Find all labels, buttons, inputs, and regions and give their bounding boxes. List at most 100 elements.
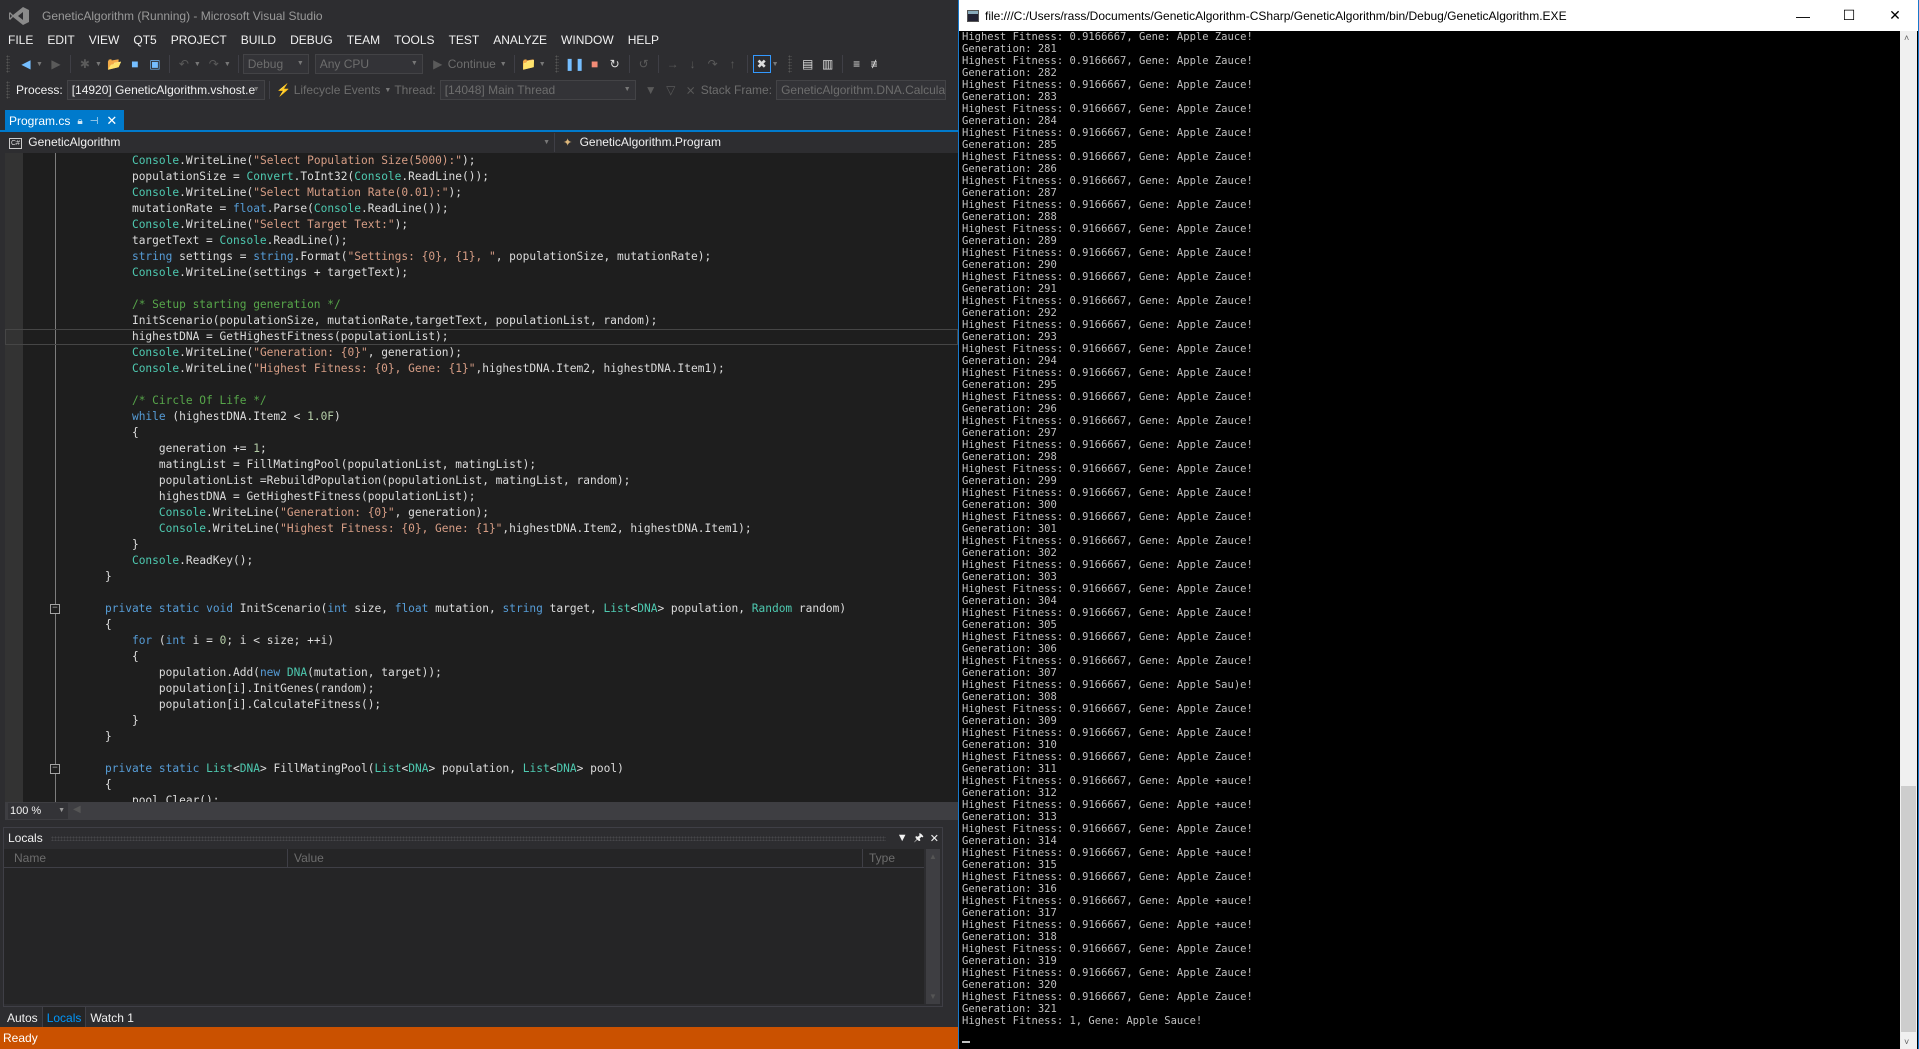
scroll-left-icon[interactable]: ◀	[73, 804, 81, 815]
find-in-files-icon[interactable]: 📁	[520, 55, 538, 73]
chevron-down-icon[interactable]: ▼	[36, 61, 43, 68]
chevron-down-icon[interactable]: ▼	[95, 61, 102, 68]
code-line[interactable]: Console.WriteLine("Select Target Text:")…	[5, 217, 958, 233]
type-dropdown[interactable]: ✦ GeneticAlgorithm.Program	[557, 133, 958, 152]
undo-icon[interactable]: ↶	[175, 55, 193, 73]
tab-program-cs[interactable]: Program.cs 🔒︎ ⊣ ✕	[5, 110, 124, 132]
thread-dropdown[interactable]: [14048] Main Thread ▼	[439, 80, 636, 100]
code-line[interactable]: }	[5, 569, 958, 585]
menu-qt5[interactable]: QT5	[126, 30, 163, 50]
zoom-level-dropdown[interactable]: 100 % ▼	[8, 803, 68, 819]
code-line[interactable]: matingList = FillMatingPool(populationLi…	[5, 457, 958, 473]
code-line[interactable]: for (int i = 0; i < size; ++i)	[5, 633, 958, 649]
chevron-down-icon[interactable]: ▼	[539, 61, 546, 68]
code-line[interactable]: {	[5, 777, 958, 793]
class-view-icon[interactable]: ▥	[819, 55, 837, 73]
step-over-icon[interactable]: ↷	[704, 55, 722, 73]
lifecycle-events-icon[interactable]: ⚡	[275, 81, 293, 99]
flag-filter-icon[interactable]: ▽	[662, 81, 680, 99]
code-line[interactable]	[5, 585, 958, 601]
code-line[interactable]: population[i].CalculateFitness();	[5, 697, 958, 713]
column-header-name[interactable]: Name	[8, 849, 288, 867]
code-line[interactable]: targetText = Console.ReadLine();	[5, 233, 958, 249]
show-next-statement-icon[interactable]: →	[664, 55, 682, 73]
code-line[interactable]: highestDNA = GetHighestFitness(populatio…	[5, 329, 958, 345]
window-drag-grip[interactable]	[50, 835, 886, 841]
step-out-icon[interactable]: ↑	[724, 55, 742, 73]
uncomment-lines-icon[interactable]: ≢	[868, 55, 886, 73]
tab-locals[interactable]: Locals	[41, 1007, 87, 1029]
code-line[interactable]: while (highestDNA.Item2 < 1.0F)	[5, 409, 958, 425]
close-tab-icon[interactable]: ✕	[106, 113, 117, 129]
comment-lines-icon[interactable]: ≡	[848, 55, 866, 73]
toolbar-grip[interactable]	[787, 55, 792, 73]
chevron-down-icon[interactable]: ▼	[384, 87, 391, 94]
minimize-icon[interactable]: —	[1780, 0, 1826, 31]
collapse-region-icon[interactable]: −	[50, 604, 60, 614]
solution-explorer-icon[interactable]: ▤	[799, 55, 817, 73]
menu-debug[interactable]: DEBUG	[283, 30, 340, 50]
code-line[interactable]: population.Add(new DNA(mutation, target)…	[5, 665, 958, 681]
navigate-forward-icon[interactable]: ▶	[47, 55, 65, 73]
menu-view[interactable]: VIEW	[82, 30, 127, 50]
code-line[interactable]: Console.ReadKey();	[5, 553, 958, 569]
save-all-icon[interactable]: ▣	[146, 55, 164, 73]
console-title-bar[interactable]: file:///C:/Users/rass/Documents/GeneticA…	[959, 0, 1918, 31]
scroll-down-icon[interactable]: ▼	[929, 992, 937, 1001]
stack-frame-dropdown[interactable]: GeneticAlgorithm.DNA.Calcula	[776, 80, 947, 100]
code-line[interactable]: /* Setup starting generation */	[5, 297, 958, 313]
code-line[interactable]: Console.WriteLine("Select Mutation Rate(…	[5, 185, 958, 201]
navigate-back-icon[interactable]: ◀	[17, 55, 35, 73]
scroll-up-icon[interactable]: ▲	[929, 852, 937, 861]
menu-analyze[interactable]: ANALYZE	[486, 30, 554, 50]
code-line[interactable]: }	[5, 729, 958, 745]
scroll-down-icon[interactable]: ˅	[1904, 1037, 1909, 1047]
break-all-pause-icon[interactable]: ❚❚	[565, 55, 585, 73]
chevron-down-icon[interactable]: ▼	[194, 61, 201, 68]
toolbar-grip[interactable]	[6, 55, 10, 73]
locals-vertical-scrollbar[interactable]: ▲ ▼	[926, 849, 940, 1004]
menu-tools[interactable]: TOOLS	[387, 30, 441, 50]
menu-build[interactable]: BUILD	[234, 30, 283, 50]
menu-window[interactable]: WINDOW	[554, 30, 621, 50]
code-line[interactable]: {	[5, 649, 958, 665]
console-app-icon[interactable]	[967, 9, 979, 22]
code-line[interactable]: Console.WriteLine("Highest Fitness: {0},…	[5, 521, 958, 537]
menu-help[interactable]: HELP	[621, 30, 666, 50]
code-line[interactable]: Console.WriteLine("Generation: {0}", gen…	[5, 505, 958, 521]
open-file-icon[interactable]: 📂	[106, 55, 124, 73]
pin-tab-icon[interactable]: ⊣	[90, 116, 99, 127]
redo-icon[interactable]: ↷	[205, 55, 223, 73]
code-line[interactable]: {	[5, 617, 958, 633]
step-into-icon[interactable]: ↓	[684, 55, 702, 73]
code-line[interactable]: mutationRate = float.Parse(Console.ReadL…	[5, 201, 958, 217]
chevron-down-icon[interactable]: ▼	[772, 61, 779, 68]
code-line[interactable]	[5, 745, 958, 761]
code-line[interactable]: generation += 1;	[5, 441, 958, 457]
code-line[interactable]: {	[5, 425, 958, 441]
scroll-up-icon[interactable]: ˄	[1904, 33, 1909, 43]
code-line[interactable]: − private static void InitScenario(int si…	[5, 601, 958, 617]
menu-test[interactable]: TEST	[442, 30, 487, 50]
code-line[interactable]: Console.WriteLine(settings + targetText)…	[5, 265, 958, 281]
code-line[interactable]: }	[5, 537, 958, 553]
menu-file[interactable]: FILE	[0, 30, 40, 50]
code-line[interactable]: pool.Clear();	[5, 793, 958, 802]
column-header-type[interactable]: Type	[863, 849, 924, 867]
code-line[interactable]: populationList =RebuildPopulation(popula…	[5, 473, 958, 489]
code-line[interactable]: string settings = string.Format("Setting…	[5, 249, 958, 265]
console-output[interactable]: Highest Fitness: 0.9166667, Gene: Apple …	[959, 31, 1902, 1049]
auto-hide-pin-icon[interactable]: 🖈︎	[914, 829, 924, 848]
save-icon[interactable]: ■	[126, 55, 144, 73]
tab-autos[interactable]: Autos	[3, 1007, 42, 1029]
console-vertical-scrollbar[interactable]: ˄ ˅	[1900, 31, 1917, 1049]
close-icon[interactable]: ✕	[1872, 0, 1918, 31]
chevron-down-icon[interactable]: ▼	[500, 61, 507, 68]
solution-configuration-dropdown[interactable]: Debug ▼	[242, 54, 309, 74]
code-line[interactable]	[5, 281, 958, 297]
window-position-dropdown-icon[interactable]: ▼	[897, 832, 908, 844]
code-line[interactable]	[5, 377, 958, 393]
exception-settings-icon[interactable]: ✖	[752, 55, 771, 73]
code-editor[interactable]: Console.WriteLine("Select Population Siz…	[5, 153, 958, 802]
menu-project[interactable]: PROJECT	[164, 30, 234, 50]
